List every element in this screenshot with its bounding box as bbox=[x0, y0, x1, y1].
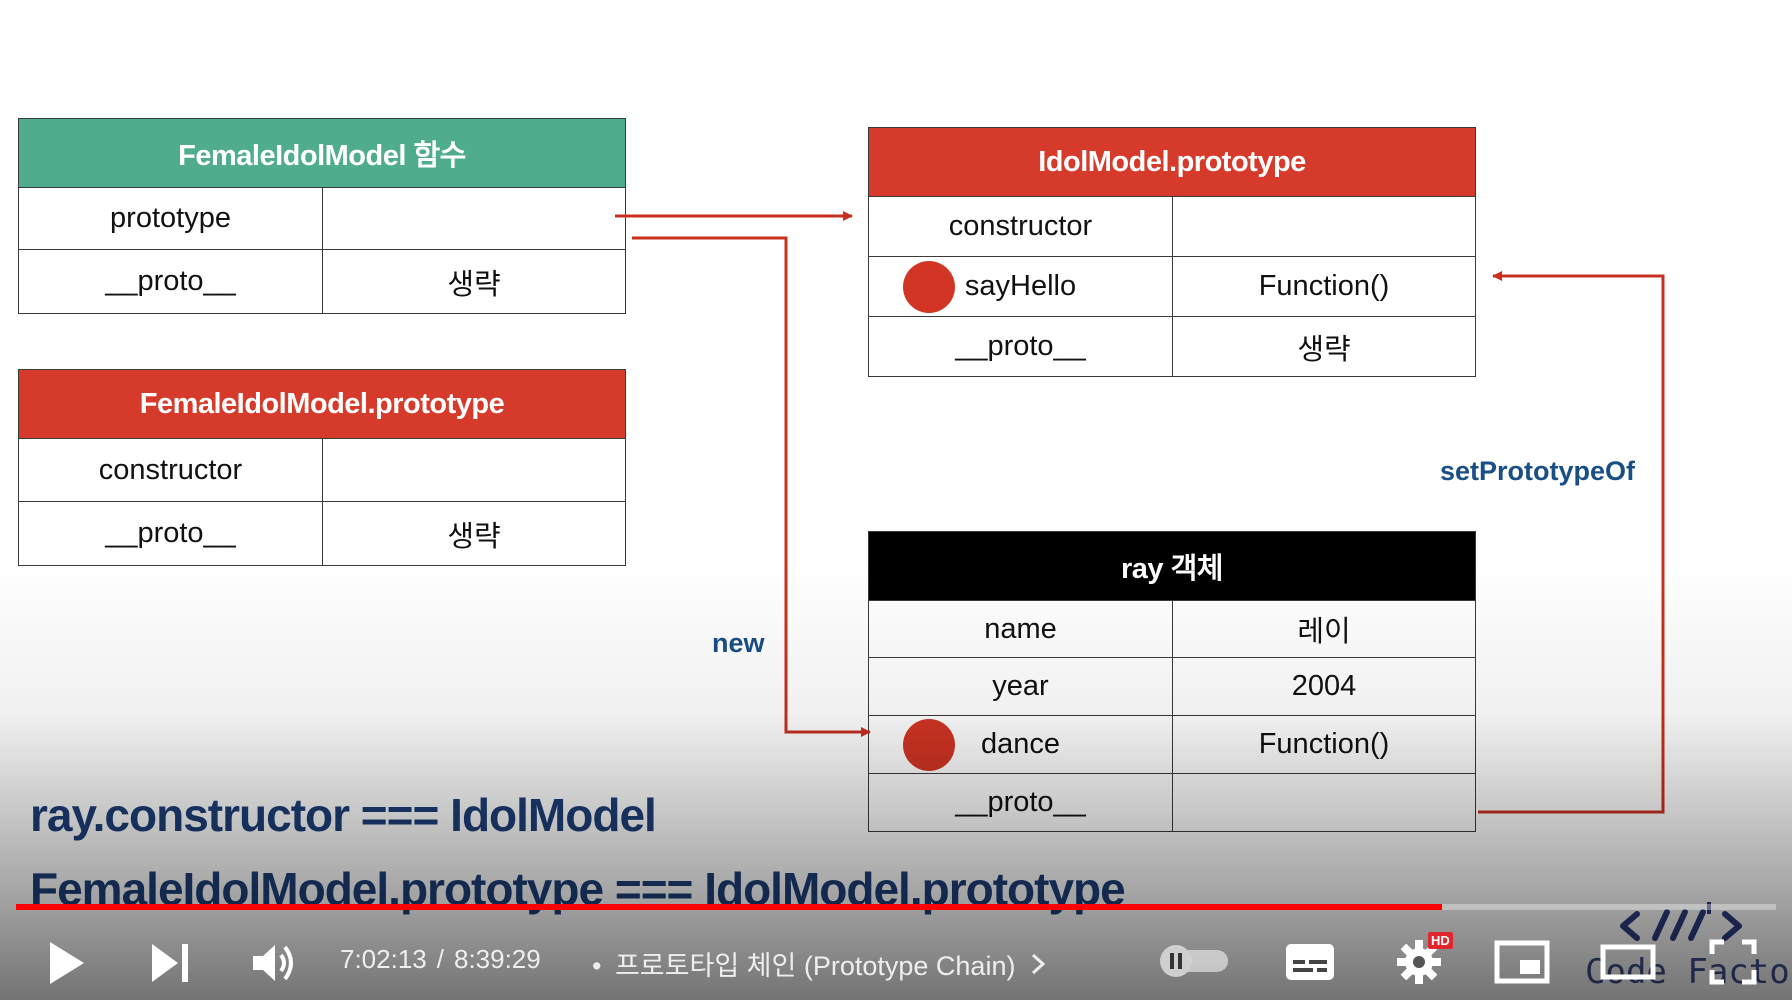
set-prototype-arrow bbox=[1478, 271, 1665, 814]
autoplay-toggle[interactable] bbox=[1158, 944, 1230, 978]
miniplayer-icon bbox=[1494, 940, 1550, 984]
volume-icon bbox=[253, 945, 293, 981]
subtitles-button[interactable] bbox=[1285, 942, 1335, 982]
slide: FemaleIdolModel 함수 prototype __proto__ 생… bbox=[0, 0, 1792, 1000]
progress-bar[interactable] bbox=[16, 904, 1776, 910]
chapter-button[interactable]: • 프로토타입 체인 (Prototype Chain) bbox=[592, 944, 1046, 983]
next-button[interactable] bbox=[148, 940, 192, 986]
play-button[interactable] bbox=[44, 936, 88, 990]
next-icon bbox=[152, 944, 188, 982]
volume-button[interactable] bbox=[250, 940, 300, 986]
time-separator: / bbox=[436, 944, 444, 974]
theater-button[interactable] bbox=[1600, 942, 1656, 982]
autoplay-toggle-icon bbox=[1160, 945, 1228, 977]
time-display: 7:02:13 / 8:39:29 bbox=[340, 944, 541, 975]
chapter-title: 프로토타입 체인 (Prototype Chain) bbox=[614, 951, 1016, 981]
miniplayer-button[interactable] bbox=[1494, 940, 1550, 984]
duration: 8:39:29 bbox=[453, 944, 541, 974]
fullscreen-button[interactable] bbox=[1708, 938, 1758, 986]
play-icon bbox=[50, 942, 84, 984]
chevron-right-icon bbox=[1031, 951, 1046, 982]
connector-arrows bbox=[615, 211, 1665, 814]
fullscreen-icon bbox=[1709, 939, 1757, 985]
theater-icon bbox=[1600, 944, 1656, 980]
set-prototype-label: setPrototypeOf bbox=[1440, 456, 1636, 486]
new-label: new bbox=[712, 628, 765, 658]
progress-played bbox=[16, 904, 1442, 910]
chapter-bullet: • bbox=[592, 951, 602, 981]
code-line-1: ray.constructor === IdolModel bbox=[30, 789, 657, 841]
current-time: 7:02:13 bbox=[340, 944, 427, 974]
subtitles-icon bbox=[1286, 944, 1334, 980]
hd-badge: HD bbox=[1428, 932, 1453, 949]
